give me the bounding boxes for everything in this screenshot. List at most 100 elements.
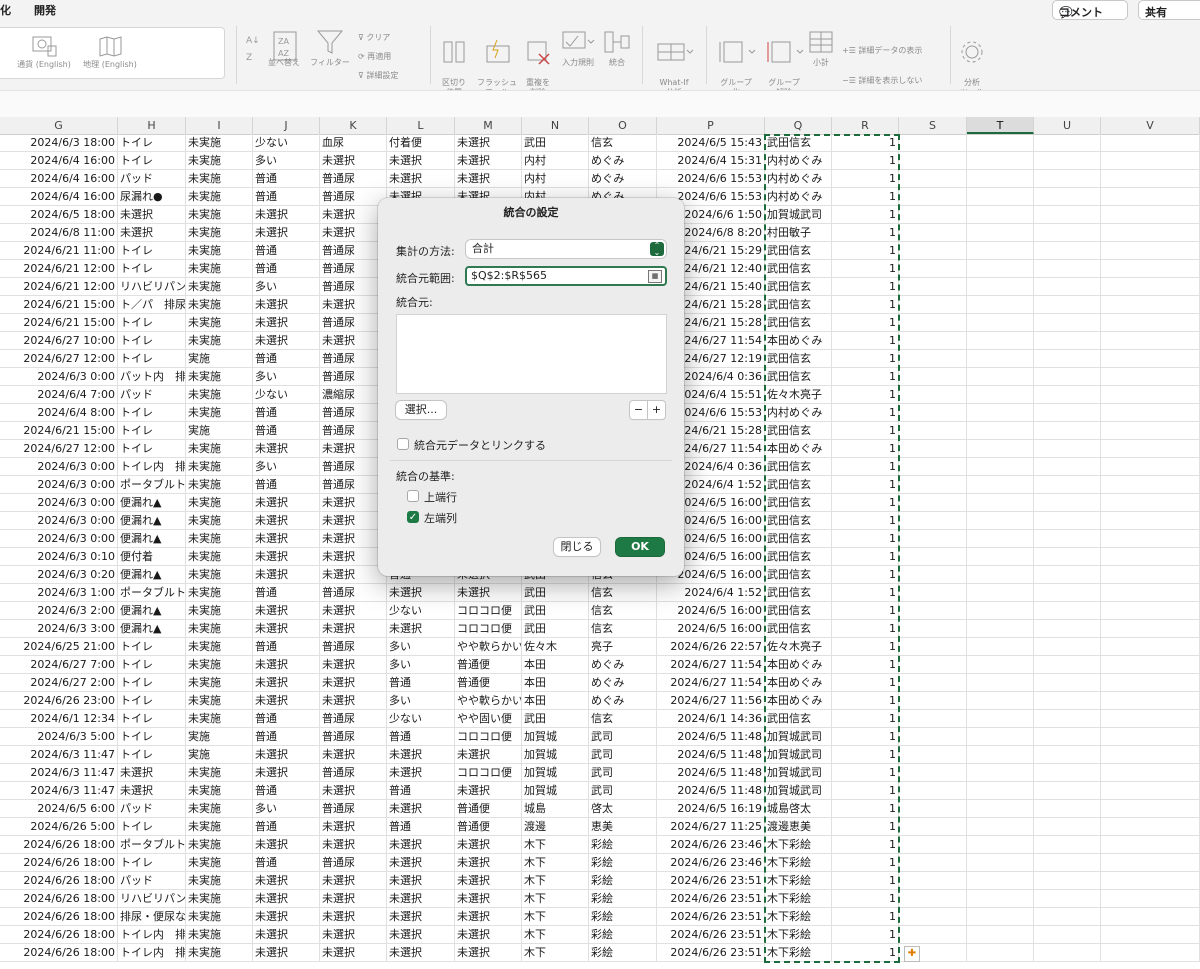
cell-r[interactable]: 1 bbox=[832, 152, 899, 170]
cell-v[interactable] bbox=[1101, 764, 1200, 782]
cell-o[interactable]: 武司 bbox=[589, 764, 657, 782]
cell-m[interactable]: コロコロ便 bbox=[455, 602, 522, 620]
menu-item-developer[interactable]: 開発 bbox=[34, 2, 56, 18]
cell-u[interactable] bbox=[1034, 944, 1101, 962]
cell-t[interactable] bbox=[967, 566, 1034, 584]
cell-q[interactable]: 加賀城武司 bbox=[765, 746, 832, 764]
cell-v[interactable] bbox=[1101, 152, 1200, 170]
cell-p[interactable]: 2024/6/26 23:46 bbox=[657, 836, 765, 854]
cell-r[interactable]: 1 bbox=[832, 278, 899, 296]
cell-k[interactable]: 普通尿 bbox=[320, 422, 387, 440]
cell-q[interactable]: 武田信玄 bbox=[765, 260, 832, 278]
cell-t[interactable] bbox=[967, 728, 1034, 746]
cell-s[interactable] bbox=[899, 566, 967, 584]
cell-v[interactable] bbox=[1101, 188, 1200, 206]
cell-r[interactable]: 1 bbox=[832, 890, 899, 908]
cell-q[interactable]: 内村めぐみ bbox=[765, 188, 832, 206]
cell-g[interactable]: 2024/6/27 7:00 bbox=[0, 656, 118, 674]
cell-s[interactable] bbox=[899, 818, 967, 836]
cell-r[interactable]: 1 bbox=[832, 242, 899, 260]
cell-v[interactable] bbox=[1101, 476, 1200, 494]
cell-v[interactable] bbox=[1101, 926, 1200, 944]
cell-m[interactable]: 未選択 bbox=[455, 152, 522, 170]
cell-r[interactable]: 1 bbox=[832, 548, 899, 566]
cell-i[interactable]: 未実施 bbox=[186, 512, 253, 530]
cell-h[interactable]: トイレ bbox=[118, 728, 186, 746]
cell-p[interactable]: 2024/6/26 23:46 bbox=[657, 854, 765, 872]
cell-m[interactable]: やや軟らかい bbox=[455, 638, 522, 656]
cell-k[interactable]: 未選択 bbox=[320, 206, 387, 224]
cell-v[interactable] bbox=[1101, 350, 1200, 368]
cell-g[interactable]: 2024/6/8 11:00 bbox=[0, 224, 118, 242]
cell-r[interactable]: 1 bbox=[832, 134, 899, 152]
cell-k[interactable]: 未選択 bbox=[320, 224, 387, 242]
cell-o[interactable]: 亮子 bbox=[589, 638, 657, 656]
cell-j[interactable]: 普通 bbox=[253, 476, 320, 494]
cell-i[interactable]: 未実施 bbox=[186, 278, 253, 296]
cell-r[interactable]: 1 bbox=[832, 512, 899, 530]
cell-s[interactable] bbox=[899, 314, 967, 332]
cell-n[interactable]: 木下 bbox=[522, 890, 589, 908]
cell-j[interactable]: 普通 bbox=[253, 260, 320, 278]
cell-h[interactable]: パッド bbox=[118, 386, 186, 404]
cell-s[interactable] bbox=[899, 620, 967, 638]
cell-r[interactable]: 1 bbox=[832, 476, 899, 494]
cell-h[interactable]: トイレ bbox=[118, 422, 186, 440]
cell-j[interactable]: 普通 bbox=[253, 584, 320, 602]
cell-m[interactable]: やや軟らかい bbox=[455, 692, 522, 710]
cell-m[interactable]: 未選択 bbox=[455, 944, 522, 962]
cell-g[interactable]: 2024/6/21 12:00 bbox=[0, 278, 118, 296]
cell-k[interactable]: 普通尿 bbox=[320, 350, 387, 368]
cell-p[interactable]: 2024/6/5 16:19 bbox=[657, 800, 765, 818]
cell-h[interactable]: パット内 排 bbox=[118, 368, 186, 386]
cell-u[interactable] bbox=[1034, 566, 1101, 584]
cell-p[interactable]: 2024/6/5 11:48 bbox=[657, 764, 765, 782]
cell-r[interactable]: 1 bbox=[832, 260, 899, 278]
cell-i[interactable]: 未実施 bbox=[186, 800, 253, 818]
cell-h[interactable]: 便漏れ▲ bbox=[118, 566, 186, 584]
cell-p[interactable]: 2024/6/27 11:54 bbox=[657, 674, 765, 692]
cell-k[interactable]: 未選択 bbox=[320, 908, 387, 926]
cell-t[interactable] bbox=[967, 224, 1034, 242]
advanced-filter-button[interactable]: ⊽ 詳細設定 bbox=[358, 66, 418, 85]
cell-k[interactable]: 未選択 bbox=[320, 692, 387, 710]
cell-k[interactable]: 普通尿 bbox=[320, 368, 387, 386]
cell-s[interactable] bbox=[899, 242, 967, 260]
cell-i[interactable]: 未実施 bbox=[186, 530, 253, 548]
cell-i[interactable]: 未実施 bbox=[186, 818, 253, 836]
cell-s[interactable] bbox=[899, 674, 967, 692]
cell-s[interactable] bbox=[899, 584, 967, 602]
cell-r[interactable]: 1 bbox=[832, 530, 899, 548]
cell-u[interactable] bbox=[1034, 170, 1101, 188]
cell-o[interactable]: 武司 bbox=[589, 746, 657, 764]
cell-m[interactable]: 普通便 bbox=[455, 818, 522, 836]
cell-u[interactable] bbox=[1034, 692, 1101, 710]
cell-v[interactable] bbox=[1101, 692, 1200, 710]
cell-i[interactable]: 未実施 bbox=[186, 764, 253, 782]
column-header-g[interactable]: G bbox=[0, 117, 118, 134]
cell-q[interactable]: 渡邊恵美 bbox=[765, 818, 832, 836]
cell-s[interactable] bbox=[899, 710, 967, 728]
cell-u[interactable] bbox=[1034, 404, 1101, 422]
cell-h[interactable]: トイレ bbox=[118, 656, 186, 674]
cell-t[interactable] bbox=[967, 422, 1034, 440]
cell-q[interactable]: 本田めぐみ bbox=[765, 692, 832, 710]
cell-q[interactable]: 加賀城武司 bbox=[765, 206, 832, 224]
cell-u[interactable] bbox=[1034, 188, 1101, 206]
cell-j[interactable]: 普通 bbox=[253, 782, 320, 800]
column-header-l[interactable]: L bbox=[387, 117, 455, 134]
cell-o[interactable]: 信玄 bbox=[589, 602, 657, 620]
cell-g[interactable]: 2024/6/3 0:00 bbox=[0, 494, 118, 512]
cell-i[interactable]: 実施 bbox=[186, 746, 253, 764]
comment-button[interactable]: 💬 コメント bbox=[1052, 0, 1128, 20]
cell-t[interactable] bbox=[967, 602, 1034, 620]
cell-j[interactable]: 未選択 bbox=[253, 314, 320, 332]
cell-q[interactable]: 武田信玄 bbox=[765, 476, 832, 494]
cell-g[interactable]: 2024/6/3 0:00 bbox=[0, 476, 118, 494]
cell-s[interactable] bbox=[899, 530, 967, 548]
reference-input[interactable]: $Q$2:$R$565 ▦ bbox=[465, 266, 667, 286]
cell-v[interactable] bbox=[1101, 872, 1200, 890]
cell-t[interactable] bbox=[967, 152, 1034, 170]
cell-k[interactable]: 未選択 bbox=[320, 602, 387, 620]
cell-t[interactable] bbox=[967, 530, 1034, 548]
